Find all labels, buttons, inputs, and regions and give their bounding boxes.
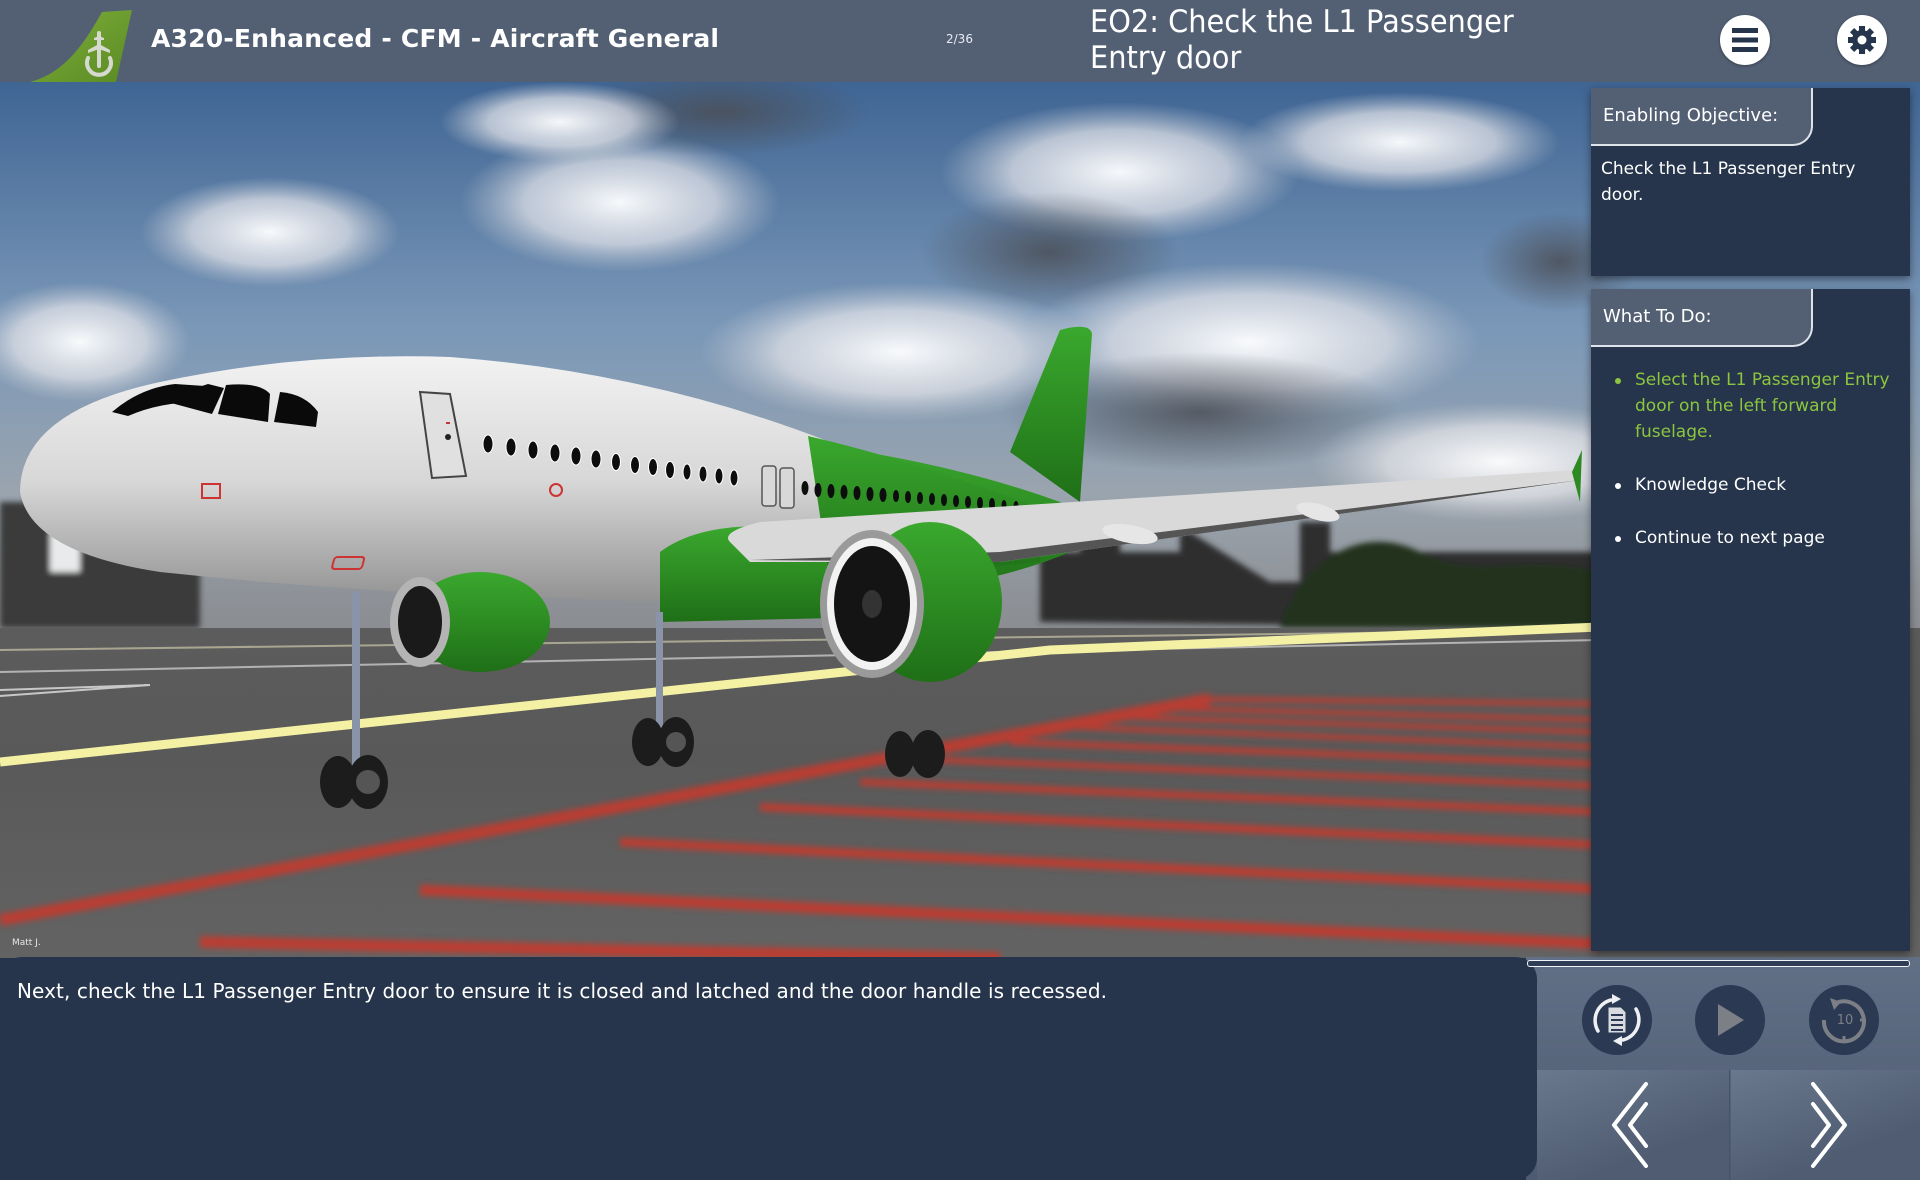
scene-credit: Matt J. [12, 938, 41, 948]
replay-10-icon: 10 [1821, 998, 1866, 1044]
menu-button[interactable] [1720, 15, 1770, 65]
transcript-button[interactable] [1582, 985, 1652, 1055]
settings-button[interactable] [1837, 15, 1887, 65]
what-to-do-title: What To Do: [1603, 306, 1712, 327]
play-icon [1718, 1004, 1744, 1036]
double-chevron-right-icon [1810, 1082, 1847, 1168]
enabling-objective-tab: Enabling Objective: [1591, 88, 1813, 146]
gear-icon [1848, 26, 1876, 54]
narration-panel: Next, check the L1 Passenger Entry door … [0, 957, 1537, 1180]
enabling-objective-panel: Enabling Objective: Check the L1 Passeng… [1591, 88, 1910, 276]
hamburger-menu-icon [1732, 28, 1758, 52]
todo-item-continue[interactable]: Continue to next page [1613, 525, 1896, 551]
what-to-do-tab: What To Do: [1591, 289, 1813, 347]
todo-item-select-door[interactable]: Select the L1 Passenger Entry door on th… [1613, 367, 1896, 445]
todo-item-label: Knowledge Check [1635, 475, 1787, 495]
aircraft-tail-logo-icon [30, 8, 135, 82]
what-to-do-panel: What To Do: Select the L1 Passenger Entr… [1591, 289, 1910, 951]
page-counter: 2/36 [946, 32, 973, 46]
next-page-button[interactable] [1731, 1070, 1920, 1180]
transcript-refresh-icon [1593, 994, 1641, 1046]
previous-page-button[interactable] [1537, 1070, 1730, 1180]
svg-text:10: 10 [1837, 1013, 1854, 1028]
app-title: A320-Enhanced - CFM - Aircraft General [151, 24, 720, 53]
bullet-icon [1615, 483, 1621, 489]
left-engine [390, 572, 550, 672]
right-engine [820, 522, 1002, 682]
page-navigation [1537, 1070, 1920, 1180]
todo-item-knowledge-check[interactable]: Knowledge Check [1613, 472, 1896, 498]
enabling-objective-text: Check the L1 Passenger Entry door. [1601, 159, 1856, 205]
audio-progress-bar[interactable] [1527, 960, 1910, 967]
bullet-icon [1615, 536, 1621, 542]
lesson-title: EO2: Check the L1 Passenger Entry door [1090, 4, 1514, 76]
app-header: A320-Enhanced - CFM - Aircraft General 2… [0, 0, 1920, 82]
double-chevron-left-icon [1612, 1082, 1648, 1168]
bullet-icon [1615, 378, 1621, 384]
enabling-objective-title: Enabling Objective: [1603, 105, 1779, 126]
replay-10-button[interactable]: 10 [1809, 985, 1879, 1055]
narration-text: Next, check the L1 Passenger Entry door … [17, 979, 1108, 1003]
play-button[interactable] [1695, 985, 1765, 1055]
playback-controls: 10 [1537, 967, 1920, 1070]
what-to-do-list: Select the L1 Passenger Entry door on th… [1613, 367, 1896, 578]
todo-item-label: Select the L1 Passenger Entry door on th… [1635, 370, 1890, 442]
todo-item-label: Continue to next page [1635, 528, 1825, 548]
